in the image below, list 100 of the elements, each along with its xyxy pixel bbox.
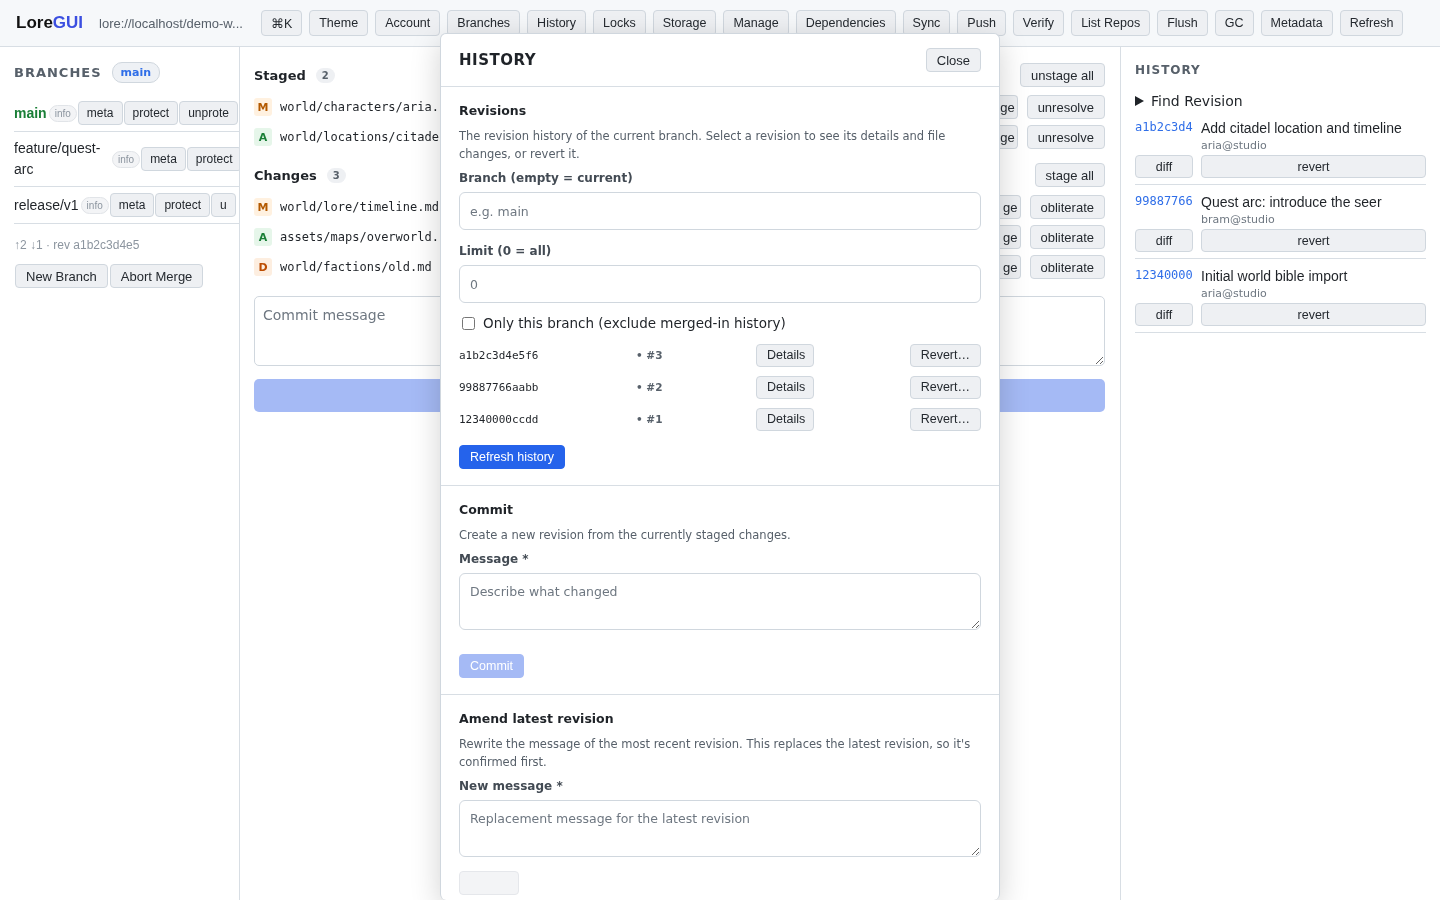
dialog-title: HISTORY <box>459 51 536 69</box>
revision-author: bram@studio <box>1201 213 1276 226</box>
revert-button[interactable]: Revert… <box>909 375 981 399</box>
current-branch-badge: main <box>111 61 161 83</box>
message-field[interactable]: Replacement message for the latest revision <box>459 800 981 857</box>
toolbar-button[interactable]: Account <box>375 10 441 36</box>
branch-action-button[interactable]: meta <box>109 193 155 217</box>
toolbar-button[interactable]: Storage <box>652 10 717 36</box>
disclosure-label[interactable]: Find Revision <box>1151 93 1243 109</box>
info-tag: info <box>112 150 141 168</box>
file-status-badge: A <box>254 228 272 246</box>
branch-button[interactable]: Abort Merge <box>109 264 204 288</box>
revert-button[interactable]: Revert… <box>909 407 981 431</box>
input-field[interactable]: 0 <box>459 265 981 303</box>
revision-number: • #3 <box>636 349 664 361</box>
toolbar-button[interactable]: Sync <box>902 10 951 36</box>
checkbox-label: Only this branch (exclude merged-in history) <box>483 315 786 331</box>
revision-author: aria@studio <box>1201 287 1268 300</box>
revision-number: • #1 <box>636 413 664 425</box>
toolbar-button[interactable]: List Repos <box>1071 10 1151 36</box>
group-action-button[interactable]: unstage all <box>1020 63 1105 87</box>
toolbar-button[interactable]: Theme <box>309 10 369 36</box>
checkbox[interactable] <box>462 316 475 330</box>
file-status-badge: D <box>254 258 272 276</box>
section-title: Commit <box>459 502 515 517</box>
details-button[interactable]: Details <box>756 343 814 367</box>
toolbar-button[interactable]: Branches <box>447 10 521 36</box>
file-action-button[interactable]: obliterate <box>1029 195 1105 219</box>
branch-name: release/v1 <box>14 195 79 215</box>
toolbar-button[interactable]: Flush <box>1157 10 1208 36</box>
branch-button[interactable]: New Branch <box>15 264 108 288</box>
branch-name: feature/quest-arc <box>14 139 102 179</box>
file-action-button[interactable]: obliterate <box>1029 255 1105 279</box>
branch-action-button[interactable]: unprote <box>179 101 238 125</box>
caret-right-icon[interactable] <box>1135 96 1144 106</box>
toolbar-button[interactable]: ⌘K <box>260 10 303 36</box>
revision-action-button[interactable]: revert <box>1201 229 1426 252</box>
section-title: Amend latest revision <box>459 711 615 726</box>
group-action-button[interactable]: stage all <box>1034 163 1105 187</box>
revision-action-button[interactable]: revert <box>1201 303 1426 326</box>
group-title: Changes <box>254 167 317 183</box>
branch-action-button[interactable]: protect <box>186 147 239 171</box>
file-path: world/factions/old.md <box>280 260 432 274</box>
branch-name: main <box>14 103 47 123</box>
message-field[interactable]: Describe what changed <box>459 573 981 630</box>
count-badge: 2 <box>315 67 335 83</box>
file-status-badge: M <box>254 198 272 216</box>
group-title: Staged <box>254 67 306 83</box>
file-path: world/characters/aria. <box>280 100 439 114</box>
field-label: Message * <box>459 552 530 566</box>
revision-message: Add citadel location and timeline <box>1201 119 1403 138</box>
repo-address: lore://localhost/demo-w... <box>99 15 243 31</box>
action-button[interactable]: Refresh history <box>459 445 566 469</box>
file-status-badge: M <box>254 98 272 116</box>
input-field[interactable]: e.g. main <box>459 192 981 230</box>
toolbar-button[interactable]: Verify <box>1012 10 1065 36</box>
toolbar-button[interactable]: History <box>527 10 586 36</box>
file-path: world/locations/citade <box>280 130 439 144</box>
toolbar-button[interactable]: Dependencies <box>795 10 896 36</box>
toolbar-button[interactable]: GC <box>1214 10 1254 36</box>
revision-action-button[interactable]: diff <box>1135 229 1193 252</box>
file-path: assets/maps/overworld. <box>280 230 439 244</box>
details-button[interactable]: Details <box>756 407 814 431</box>
branch-action-button[interactable]: meta <box>77 101 123 125</box>
revision-hash: 12340000ccdd <box>459 412 540 426</box>
revision-action-button[interactable]: diff <box>1135 155 1193 178</box>
close-button[interactable]: Close <box>925 48 981 72</box>
revision-hash[interactable]: a1b2c3d4 <box>1135 117 1193 139</box>
branch-action-button[interactable]: protect <box>123 101 179 125</box>
file-action-button[interactable]: unresolve <box>1026 95 1105 119</box>
toolbar-button[interactable]: Refresh <box>1339 10 1404 36</box>
revision-message: Initial world bible import <box>1201 267 1349 286</box>
info-tag: info <box>48 104 77 122</box>
section-title: Revisions <box>459 103 528 118</box>
section-description: Create a new revision from the currently staged changes. <box>459 527 792 544</box>
revision-number: • #2 <box>636 381 664 393</box>
section-title: BRANCHES <box>14 64 102 80</box>
info-tag: info <box>80 196 109 214</box>
file-action-button[interactable]: unresolve <box>1026 125 1105 149</box>
file-path: world/lore/timeline.md <box>280 200 439 214</box>
details-button[interactable]: Details <box>756 375 814 399</box>
file-action-button[interactable]: obliterate <box>1029 225 1105 249</box>
revision-action-button[interactable]: diff <box>1135 303 1193 326</box>
revision-hash[interactable]: 12340000 <box>1135 265 1193 287</box>
revert-button[interactable]: Revert… <box>909 343 981 367</box>
revision-hash[interactable]: 99887766 <box>1135 191 1193 213</box>
revision-action-button[interactable]: revert <box>1201 155 1426 178</box>
toolbar-button[interactable]: Metadata <box>1260 10 1333 36</box>
section-description: Rewrite the message of the most recent revision. This replaces the latest revision, so it's confirmed first. <box>459 736 972 771</box>
file-status-badge: A <box>254 128 272 146</box>
toolbar-button[interactable]: Locks <box>593 10 646 36</box>
count-badge: 3 <box>326 167 346 183</box>
field-label: Limit (0 = all) <box>459 244 553 258</box>
revision-hash: a1b2c3d4e5f6 <box>459 348 540 362</box>
toolbar-button[interactable]: Manage <box>723 10 789 36</box>
branch-action-button[interactable]: u <box>211 193 236 217</box>
section-description: The revision history of the current branch. Select a revision to see its details and file changes, or revert it. <box>459 128 947 163</box>
branch-action-button[interactable]: meta <box>141 147 186 171</box>
branch-action-button[interactable]: protect <box>155 193 211 217</box>
toolbar-button[interactable]: Push <box>957 10 1006 36</box>
